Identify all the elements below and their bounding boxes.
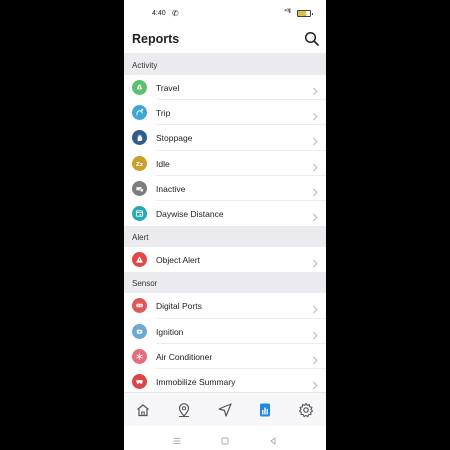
home-square-icon[interactable] [220,433,230,445]
idle-icon: Zz [132,155,147,171]
trip-icon [132,105,147,121]
report-item-air-conditioner[interactable]: Air Conditioner [124,344,326,369]
chevron-right-icon [312,209,318,222]
report-item-immobilize-summary[interactable]: Immobilize Summary [124,369,326,392]
report-item-stoppage[interactable]: Stoppage [124,125,326,151]
digital-ports-icon [132,298,147,314]
chevron-right-icon [312,133,318,146]
ignition-icon [132,323,147,339]
report-item-label: Travel [156,83,180,93]
settings-icon[interactable] [298,402,314,418]
report-item-inactive[interactable]: Inactive [124,176,326,201]
chevron-right-icon [312,83,318,96]
menu-icon[interactable] [172,433,182,444]
svg-text:Zz: Zz [136,161,143,167]
report-item-object-alert[interactable]: Object Alert [124,247,326,272]
inactive-icon [132,180,147,196]
report-item-label: Immobilize Summary [156,376,236,387]
navigation-icon[interactable] [217,402,233,418]
search-icon[interactable] [304,31,320,47]
report-item-label: Stoppage [156,133,193,144]
section-group: Digital Ports Ignition Air Conditioner Immo… [124,293,326,392]
warning-icon [132,252,147,268]
home-icon[interactable] [135,402,151,418]
report-item-label: Object Alert [156,255,200,266]
section-group: Object Alert [124,247,326,272]
report-item-label: Air Conditioner [156,351,213,362]
map-pin-icon[interactable] [176,402,192,418]
report-item-label: Ignition [156,326,184,337]
daywise-distance-icon [132,205,147,221]
chevron-right-icon [312,184,318,197]
bottom-nav [124,392,326,427]
status-time: 4:40 [152,10,166,17]
report-item-daywise-distance[interactable]: Daywise Distance [124,201,326,226]
chevron-right-icon [312,377,318,390]
travel-icon [132,80,147,95]
chevron-right-icon [312,301,318,314]
reports-icon[interactable] [257,402,273,418]
report-item-ignition[interactable]: Ignition [124,319,326,344]
section-header-alert: Alert [124,226,326,248]
report-item-idle[interactable]: Zz Idle [124,151,326,176]
phone-screen: 4:40 ✆ ⁴⁶ᴵll Reports Activity Travel Trip S… [124,0,326,450]
chevron-right-icon [312,352,318,365]
report-item-trip[interactable]: Trip [124,100,326,126]
report-item-digital-ports[interactable]: Digital Ports [124,293,326,319]
signal-icon: ⁴⁶ᴵll [284,9,291,15]
immobilize-icon [132,373,147,389]
chevron-right-icon [312,159,318,171]
section-group: Travel Trip Stoppage Zz Idle Inactive Daywise … [124,75,326,226]
reports-list: Activity Travel Trip Stoppage Zz Idle Inactive… [124,54,326,392]
section-header-sensor: Sensor [124,272,326,294]
air-conditioner-icon [132,348,147,364]
report-item-label: Inactive [156,183,186,194]
battery-icon [297,10,313,17]
status-bar: 4:40 ✆ ⁴⁶ᴵll [124,0,326,26]
back-icon[interactable] [268,433,278,445]
report-item-label: Daywise Distance [156,208,224,219]
system-nav-bar [124,426,326,450]
section-header-activity: Activity [124,54,326,75]
phone-call-icon: ✆ [172,9,179,18]
chevron-right-icon [312,327,318,339]
report-item-label: Idle [156,158,170,169]
page-title: Reports [132,32,180,46]
chevron-right-icon [312,108,318,121]
hand-icon [132,130,147,146]
chevron-right-icon [312,255,318,268]
app-header: Reports [124,26,326,54]
report-item-travel[interactable]: Travel [124,75,326,101]
report-item-label: Trip [156,108,171,119]
report-item-label: Digital Ports [156,301,202,312]
